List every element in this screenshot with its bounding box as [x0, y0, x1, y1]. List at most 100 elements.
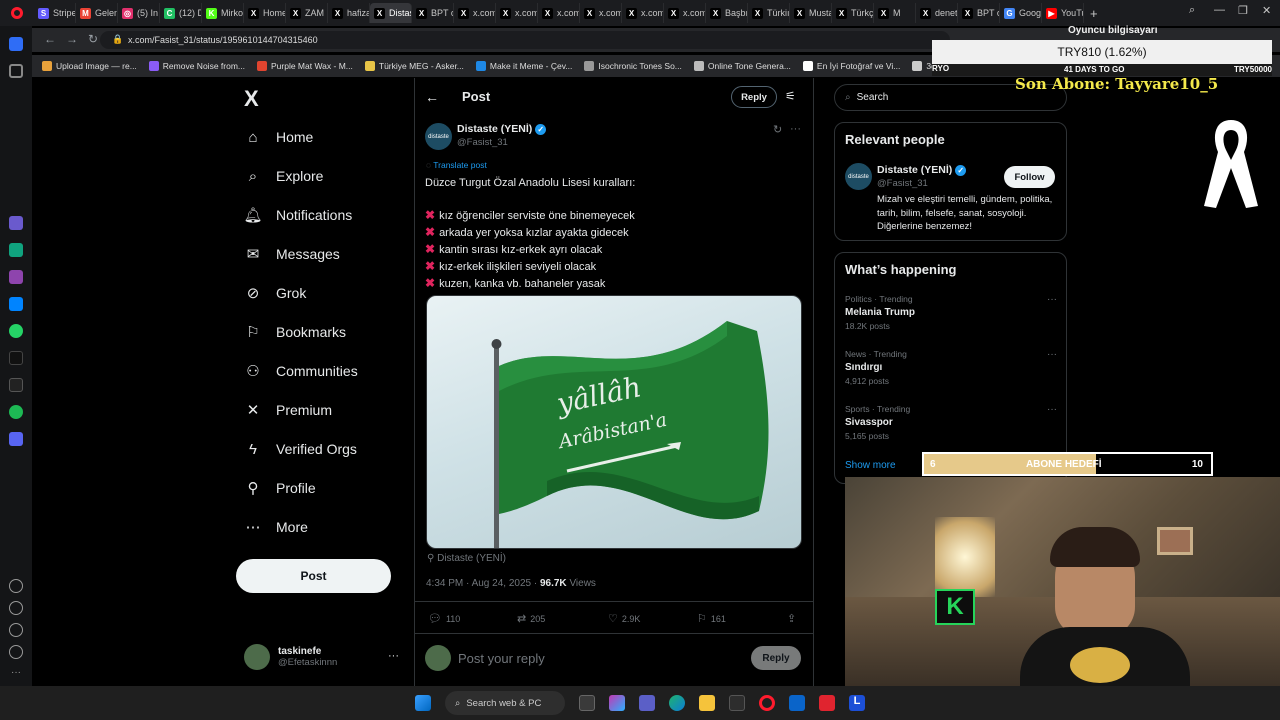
tab-search-icon[interactable]: ⌕ — [1189, 4, 1195, 17]
trend-more-icon[interactable]: ··· — [1047, 294, 1057, 305]
more-icon[interactable]: ··· — [9, 667, 23, 681]
aria-icon[interactable] — [9, 216, 23, 230]
bookmark-item[interactable]: Online Tone Genera... — [693, 61, 791, 71]
browser-tab[interactable]: X Musta — [790, 3, 832, 23]
grok-analyze-icon[interactable]: ↻ — [773, 123, 782, 136]
nav-item-more[interactable]: ⋯ More — [244, 512, 358, 542]
browser-tab[interactable]: X ZAM — [286, 3, 328, 23]
taskbar-search[interactable]: ⌕ Search web & PC — [445, 691, 565, 715]
bookmark-item[interactable]: Isochronic Tones So... — [584, 61, 682, 71]
close-icon[interactable]: ✕ — [1262, 4, 1271, 17]
media-credit[interactable]: ⚲ Distaste (YENİ) — [427, 553, 506, 564]
new-tab-button[interactable]: + — [1090, 6, 1098, 21]
follow-button[interactable]: Follow — [1004, 166, 1055, 188]
author-handle[interactable]: @Fasist_31 — [457, 137, 508, 148]
heart-icon[interactable] — [9, 579, 23, 593]
back-arrow-icon[interactable]: ← — [425, 89, 439, 105]
browser-tab[interactable]: X Başbı — [706, 3, 748, 23]
tiktok-icon[interactable] — [9, 351, 23, 365]
bookmark-item[interactable]: Purple Mat Wax - M... — [257, 61, 353, 71]
copilot-icon[interactable] — [609, 695, 625, 711]
post-more-icon[interactable]: ··· — [790, 123, 801, 135]
forward-icon[interactable]: → — [66, 32, 78, 46]
person-name[interactable]: Distaste (YENİ) ✓ — [877, 164, 967, 176]
whatsapp-icon[interactable] — [9, 324, 23, 338]
browser-tab[interactable]: Xhafiza — [328, 3, 370, 23]
post-button[interactable]: Post — [236, 559, 391, 593]
author-name[interactable]: Distaste (YENİ) ✓ — [457, 123, 547, 135]
header-reply-button[interactable]: Reply — [731, 86, 777, 108]
speed-dial-icon[interactable] — [9, 64, 23, 78]
browser-tab[interactable]: X BPT o — [958, 3, 1000, 23]
bookmark-action[interactable]: ⚐ 161 — [697, 612, 726, 625]
bookmark-item[interactable]: En İyi Fotoğraf ve Vi... — [802, 61, 900, 71]
person-avatar[interactable]: distaste — [845, 163, 872, 190]
bookmark-item[interactable]: Upload Image — re... — [42, 61, 137, 71]
browser-tab[interactable]: K Mirko — [202, 3, 244, 23]
file-explorer-icon[interactable] — [699, 695, 715, 711]
browser-tab[interactable]: C (12) D — [160, 3, 202, 23]
browser-tab[interactable]: X Türkç — [832, 3, 874, 23]
bookmark-item[interactable]: Make it Meme - Çev... — [475, 61, 572, 71]
browser-tab[interactable]: X Home — [244, 3, 286, 23]
browser-tab[interactable]: X Türkiı — [748, 3, 790, 23]
reload-icon[interactable]: ↻ — [88, 32, 98, 46]
translate-link[interactable]: ◌ Translate post — [426, 160, 487, 170]
trend-item[interactable]: Sports · Trending Sivasspor 5,165 posts ··· — [845, 404, 1057, 459]
lightbulb-icon[interactable] — [9, 645, 23, 659]
browser-tab[interactable]: X Distaste — [370, 3, 412, 23]
nav-item-verified-orgs[interactable]: ϟ Verified Orgs — [244, 434, 358, 464]
browser-tab[interactable]: XM — [874, 3, 916, 23]
browser-tab[interactable]: Xx.com — [664, 3, 706, 23]
browser-tab[interactable]: Xx.com — [538, 3, 580, 23]
browser-tab[interactable]: Xx.com — [622, 3, 664, 23]
x-logo-icon[interactable]: X — [244, 86, 259, 112]
edge-icon[interactable] — [669, 695, 685, 711]
share-icon[interactable]: ⇪ — [787, 612, 796, 625]
chatsonic-icon[interactable] — [9, 270, 23, 284]
x-sidebar-icon[interactable] — [9, 378, 23, 392]
nav-item-messages[interactable]: ✉ Messages — [244, 239, 358, 269]
post-media[interactable]: yâllâh Arâbistan'a — [426, 295, 802, 549]
browser-tab[interactable]: Xdeneti — [916, 3, 958, 23]
trend-more-icon[interactable]: ··· — [1047, 349, 1057, 360]
l-app-icon[interactable]: L — [849, 695, 865, 711]
maximize-icon[interactable]: ❐ — [1238, 4, 1248, 17]
nav-item-grok[interactable]: ⊘ Grok — [244, 278, 358, 308]
settings-icon[interactable] — [9, 623, 23, 637]
nav-item-bookmarks[interactable]: ⚐ Bookmarks — [244, 317, 358, 347]
browser-tab[interactable]: S Stripe — [34, 3, 76, 23]
sliders-icon[interactable]: ⚟ — [785, 89, 796, 103]
outlook-icon[interactable] — [789, 695, 805, 711]
account-switcher[interactable]: taskinefe @Efetaskinnn — [244, 644, 337, 670]
author-avatar[interactable]: distaste — [425, 123, 452, 150]
back-icon[interactable]: ← — [44, 32, 56, 46]
nav-item-communities[interactable]: ⚇ Communities — [244, 356, 357, 386]
player-icon[interactable] — [9, 432, 23, 446]
trend-more-icon[interactable]: ··· — [1047, 404, 1057, 415]
browser-tab[interactable]: G Googl — [1000, 3, 1042, 23]
chatgpt-icon[interactable] — [9, 243, 23, 257]
browser-tab[interactable]: Xx.com — [580, 3, 622, 23]
opera-taskbar-icon[interactable] — [759, 695, 775, 711]
reply-input[interactable]: Post your reply — [458, 651, 545, 666]
teams-icon[interactable] — [639, 695, 655, 711]
history-icon[interactable] — [9, 601, 23, 615]
spotify-icon[interactable] — [9, 405, 23, 419]
repost-action[interactable]: ⇄ 205 — [517, 612, 545, 625]
nav-item-home[interactable]: ⌂ Home — [244, 122, 358, 152]
start-icon[interactable] — [415, 695, 431, 711]
reply-submit-button[interactable]: Reply — [751, 646, 801, 670]
browser-tab[interactable]: M Gelen — [76, 3, 118, 23]
app-icon[interactable] — [819, 695, 835, 711]
url-input[interactable]: 🔒 x.com/Fasist_31/status/195961014470431… — [100, 31, 950, 49]
reply-action[interactable]: 💬︎ 110 — [428, 612, 460, 625]
browser-tab[interactable]: X BPT o — [412, 3, 454, 23]
messenger-icon[interactable] — [9, 297, 23, 311]
opera-logo-icon[interactable] — [0, 0, 34, 26]
person-handle[interactable]: @Fasist_31 — [877, 178, 928, 189]
nav-item-premium[interactable]: ✕ Premium — [244, 395, 358, 425]
trend-item[interactable]: Politics · Trending Melania Trump 18.2K po… — [845, 294, 1057, 349]
show-more-link[interactable]: Show more — [845, 460, 896, 471]
browser-tab[interactable]: Xx.com — [496, 3, 538, 23]
